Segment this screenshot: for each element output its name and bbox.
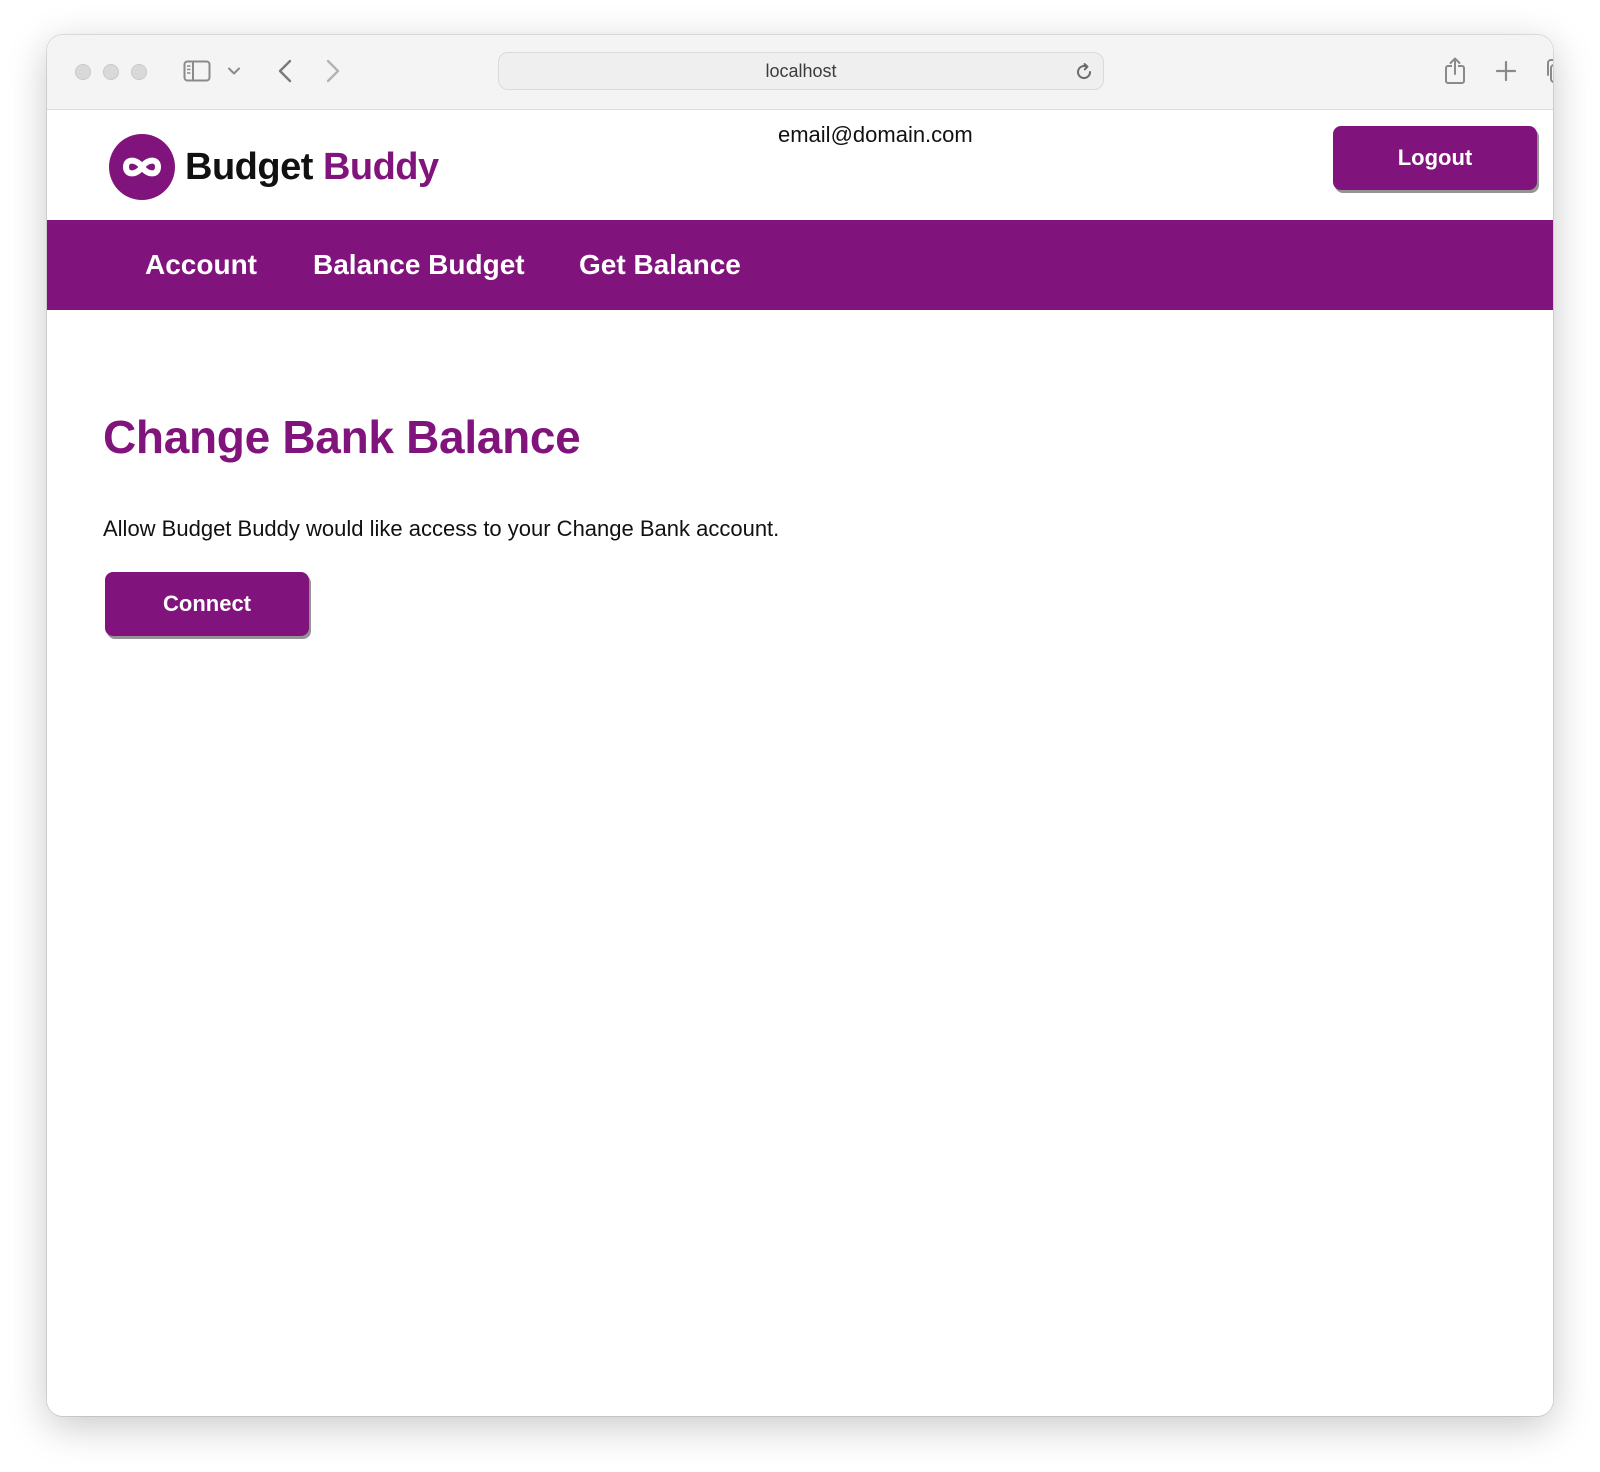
logout-button[interactable]: Logout (1333, 126, 1537, 190)
main-navigation: Account Balance Budget Get Balance (47, 220, 1553, 310)
browser-toolbar: localhost (47, 35, 1553, 110)
brand-name-second: Buddy (322, 145, 439, 188)
url-text: localhost (765, 60, 837, 81)
minimize-window-button[interactable] (103, 64, 119, 80)
brand-name-first: Budget (185, 145, 313, 188)
web-page: Budget Buddy email@domain.com Logout Acc… (47, 110, 1553, 1416)
address-bar[interactable]: localhost (498, 52, 1104, 90)
nav-item-account[interactable]: Account (145, 220, 257, 310)
site-header: Budget Buddy email@domain.com Logout (47, 110, 1553, 220)
chevron-left-icon[interactable] (273, 57, 297, 85)
sidebar-icon[interactable] (183, 59, 211, 83)
zoom-window-button[interactable] (131, 64, 147, 80)
connect-button[interactable]: Connect (105, 572, 309, 636)
share-icon[interactable] (1441, 55, 1469, 87)
reload-icon[interactable] (1073, 61, 1095, 83)
tabs-icon[interactable] (1543, 57, 1553, 85)
chevron-down-icon[interactable] (225, 61, 243, 81)
page-title: Change Bank Balance (103, 411, 581, 463)
nav-item-get-balance[interactable]: Get Balance (579, 220, 741, 310)
main-content: Change Bank Balance Allow Budget Buddy w… (103, 410, 1483, 636)
plus-icon[interactable] (1493, 57, 1519, 85)
chevron-right-icon[interactable] (321, 57, 345, 85)
infinity-logo-icon (109, 134, 175, 200)
close-window-button[interactable] (75, 64, 91, 80)
nav-item-balance-budget[interactable]: Balance Budget (313, 220, 525, 310)
user-email: email@domain.com (778, 122, 973, 147)
browser-window: localhost Budget Buddy email@domain.com … (47, 35, 1553, 1416)
brand-name: Budget Buddy (185, 146, 439, 189)
access-description: Allow Budget Buddy would like access to … (103, 516, 780, 541)
brand-logo[interactable]: Budget Buddy (109, 134, 439, 200)
